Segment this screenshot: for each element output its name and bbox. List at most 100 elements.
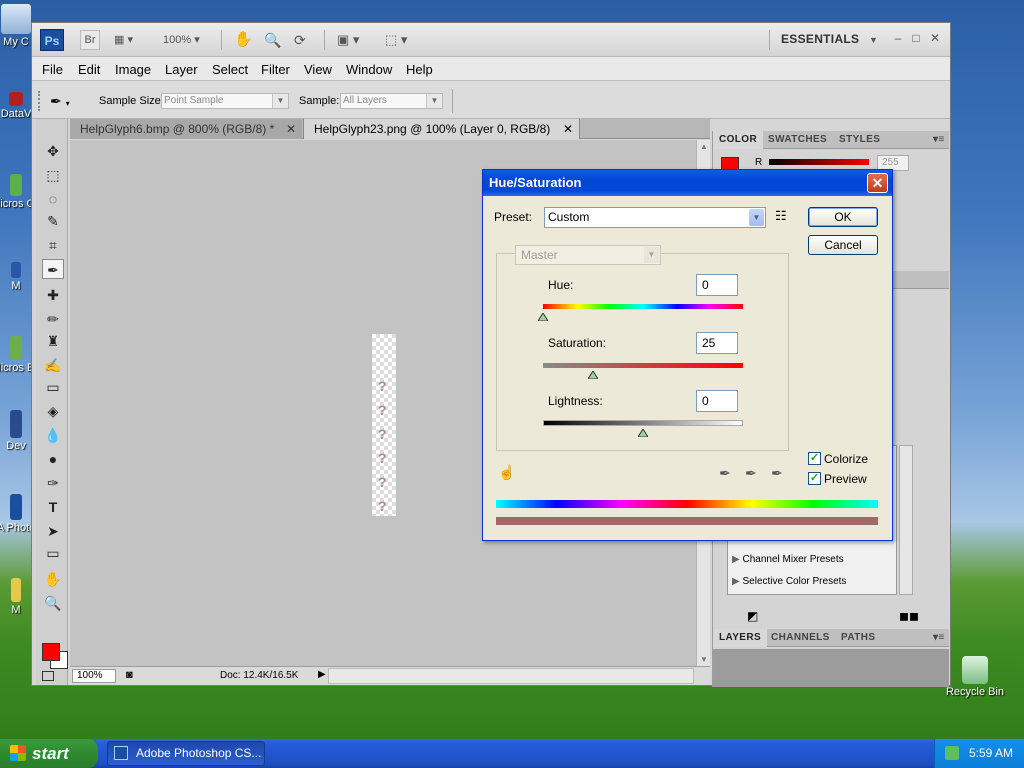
preset-options-icon[interactable]: ☷ <box>775 208 787 224</box>
minimize-button[interactable]: – <box>890 30 906 46</box>
clip-to-layer-icon[interactable]: ◩ <box>747 609 758 623</box>
tab-layers[interactable]: LAYERS <box>713 629 768 647</box>
list-item[interactable]: ▶ Channel Mixer Presets <box>732 554 844 565</box>
preview-checkbox[interactable]: ✓ <box>808 472 821 485</box>
paint-bucket-tool-icon[interactable]: ◈ <box>42 401 64 421</box>
tab-helpglyph23[interactable]: HelpGlyph23.png @ 100% (Layer 0, RGB/8) … <box>303 119 580 139</box>
hand-icon[interactable]: ✋ <box>234 30 253 50</box>
menu-help[interactable]: Help <box>406 62 433 77</box>
dialog-close-button[interactable]: ✕ <box>867 173 888 193</box>
close-icon[interactable]: ✕ <box>286 119 296 139</box>
panel-menu-icon[interactable]: ▾≡ <box>927 131 951 149</box>
layers-panel-tabs: LAYERS CHANNELS PATHS ▾≡ <box>713 629 949 647</box>
panel-footer-icon[interactable]: ◼◼ <box>899 609 919 623</box>
hand-tool-icon[interactable]: ✋ <box>42 569 64 589</box>
marquee-tool-icon[interactable]: ⬚ <box>42 165 64 185</box>
hue-thumb[interactable] <box>537 310 549 322</box>
rotate-view-icon[interactable]: ⟳ <box>294 30 306 50</box>
menu-image[interactable]: Image <box>115 62 151 77</box>
crop-tool-icon[interactable]: ⌗ <box>42 235 64 255</box>
list-item[interactable]: ▶ Selective Color Presets <box>732 576 846 587</box>
menu-layer[interactable]: Layer <box>165 62 198 77</box>
ok-button[interactable]: OK <box>808 207 878 227</box>
colorize-result-bar <box>496 517 878 525</box>
lightness-field[interactable]: 0 <box>696 390 738 412</box>
close-button[interactable]: ✕ <box>927 30 943 46</box>
tab-swatches[interactable]: SWATCHES <box>762 131 833 149</box>
presets-scrollbar[interactable] <box>899 445 913 595</box>
tab-styles[interactable]: STYLES <box>833 131 886 149</box>
preset-select[interactable]: Custom ▼ <box>544 207 766 228</box>
bridge-button[interactable]: Br <box>80 30 100 50</box>
eraser-tool-icon[interactable]: ▭ <box>42 377 64 397</box>
red-slider[interactable] <box>769 159 869 165</box>
history-brush-tool-icon[interactable]: ✍ <box>42 355 64 375</box>
hue-field[interactable]: 0 <box>696 274 738 296</box>
desktop-icon-recycle-bin[interactable]: Recycle Bin <box>944 656 1006 698</box>
zoom-tool-icon[interactable]: 🔍 <box>42 593 64 613</box>
close-icon[interactable]: ✕ <box>563 119 573 139</box>
panel-menu-icon[interactable]: ▾≡ <box>927 629 951 647</box>
channel-select[interactable]: Master ▼ <box>515 245 661 265</box>
eyedropper-preset-button[interactable]: ✒ ▾ <box>50 91 86 111</box>
tab-color[interactable]: COLOR <box>713 131 764 149</box>
healing-brush-tool-icon[interactable]: ✚ <box>42 285 64 305</box>
quick-selection-tool-icon[interactable]: ✎ <box>42 211 64 231</box>
dodge-tool-icon[interactable]: ● <box>42 449 64 469</box>
saturation-field[interactable]: 25 <box>696 332 738 354</box>
status-menu-icon[interactable]: ▶ <box>318 669 326 680</box>
zoom-icon[interactable]: 🔍 <box>264 30 281 50</box>
preview-label[interactable]: Preview <box>824 472 867 486</box>
tab-helpglyph6[interactable]: HelpGlyph6.bmp @ 800% (RGB/8) * ✕ <box>70 119 302 139</box>
type-tool-icon[interactable]: T <box>42 497 64 517</box>
scroll-down-icon[interactable]: ▼ <box>700 655 708 664</box>
move-tool-icon[interactable]: ✥ <box>42 141 64 161</box>
menu-edit[interactable]: Edit <box>78 62 100 77</box>
maximize-button[interactable]: □ <box>908 30 924 46</box>
image-layer[interactable]: ?????? <box>372 334 396 516</box>
eyedropper-add-icon[interactable]: ✒ <box>745 465 757 482</box>
path-selection-tool-icon[interactable]: ➤ <box>42 521 64 541</box>
arrange-documents-button[interactable]: ▣ ▾ <box>337 30 371 50</box>
zoom-level-button[interactable]: 100% ▾ <box>163 30 209 50</box>
dialog-title[interactable]: Hue/Saturation <box>483 170 892 196</box>
blur-tool-icon[interactable]: 💧 <box>42 425 64 445</box>
scroll-up-icon[interactable]: ▲ <box>700 142 708 151</box>
menu-window[interactable]: Window <box>346 62 392 77</box>
start-button[interactable]: start <box>0 739 98 768</box>
lightness-thumb[interactable] <box>637 426 649 438</box>
tab-channels[interactable]: CHANNELS <box>765 629 836 647</box>
screen-mode-button[interactable]: ⬚ ▾ <box>385 30 419 50</box>
sample-select[interactable]: All Layers ▼ <box>340 93 443 109</box>
workspace-switcher[interactable]: ESSENTIALS ▼ <box>781 32 878 46</box>
hue-slider[interactable] <box>543 304 743 309</box>
status-info-icon[interactable]: ◙ <box>126 669 133 681</box>
clone-stamp-tool-icon[interactable]: ♜ <box>42 331 64 351</box>
eyedropper-icon[interactable]: ✒ <box>719 465 731 482</box>
menu-select[interactable]: Select <box>212 62 248 77</box>
foreground-color-swatch[interactable] <box>42 643 60 661</box>
target-adjustment-hand-icon[interactable]: ☝ <box>498 464 515 481</box>
brush-tool-icon[interactable]: ✏ <box>42 309 64 329</box>
screen-view-button[interactable]: ▦ ▾ <box>114 30 148 50</box>
menu-file[interactable]: File <box>42 62 63 77</box>
sample-size-select[interactable]: Point Sample ▼ <box>161 93 289 109</box>
cancel-button[interactable]: Cancel <box>808 235 878 255</box>
rectangle-tool-icon[interactable]: ▭ <box>42 543 64 563</box>
saturation-thumb[interactable] <box>587 368 599 380</box>
colorize-checkbox[interactable]: ✓ <box>808 452 821 465</box>
zoom-field[interactable]: 100% <box>72 669 116 683</box>
lasso-tool-icon[interactable]: ◌ <box>42 189 64 209</box>
pen-tool-icon[interactable]: ✑ <box>42 473 64 493</box>
colorize-label[interactable]: Colorize <box>824 452 868 466</box>
network-icon[interactable] <box>945 746 959 760</box>
menu-filter[interactable]: Filter <box>261 62 290 77</box>
canvas-horizontal-scrollbar[interactable] <box>328 668 694 684</box>
menu-view[interactable]: View <box>304 62 332 77</box>
taskbar-item-photoshop[interactable]: Adobe Photoshop CS... <box>107 741 265 766</box>
eyedropper-subtract-icon[interactable]: ✒ <box>771 465 783 482</box>
quick-mask-icon[interactable] <box>42 671 54 681</box>
eyedropper-tool-icon[interactable]: ✒ <box>42 259 64 279</box>
saturation-slider[interactable] <box>543 363 743 368</box>
tab-paths[interactable]: PATHS <box>835 629 881 647</box>
